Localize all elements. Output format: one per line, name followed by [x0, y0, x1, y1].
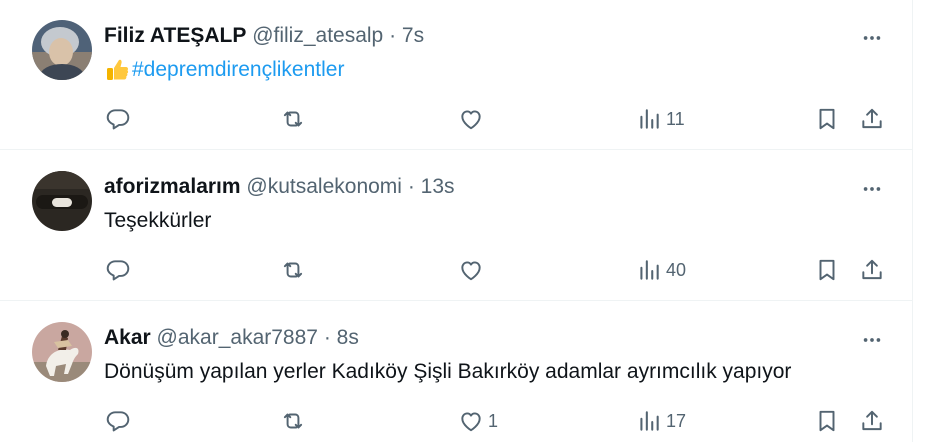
- avatar-image-object: [32, 171, 92, 231]
- more-options-button[interactable]: [858, 175, 886, 203]
- user-handle[interactable]: @filiz_atesalp: [252, 24, 383, 47]
- tweet-header: Filiz ATEŞALP @filiz_atesalp · 7s: [104, 22, 424, 50]
- retweet-icon: [283, 262, 303, 278]
- like-button[interactable]: [458, 255, 488, 285]
- share-button[interactable]: [859, 255, 885, 285]
- timestamp[interactable]: 13s: [421, 175, 455, 198]
- views-icon: [640, 260, 659, 280]
- user-handle[interactable]: @akar_akar7887: [157, 326, 318, 349]
- more-icon: [863, 187, 881, 191]
- share-icon: [862, 410, 882, 431]
- views-icon: [640, 109, 659, 129]
- avatar[interactable]: [32, 171, 92, 231]
- bookmark-button[interactable]: [814, 406, 840, 436]
- like-button[interactable]: [458, 104, 488, 134]
- tweet-actions: 11: [0, 104, 912, 134]
- retweet-button[interactable]: [280, 406, 310, 436]
- tweet-actions: 40: [0, 255, 912, 285]
- tweet-text: Dönüşüm yapılan yerler Kadıköy Şişli Bak…: [104, 360, 792, 383]
- reply-icon: [106, 260, 130, 281]
- thumbs-up-emoji-icon: [104, 56, 130, 84]
- more-options-button[interactable]: [858, 326, 886, 354]
- more-icon: [863, 36, 881, 40]
- avatar-image-painting: [32, 322, 92, 382]
- like-icon: [461, 110, 481, 130]
- display-name[interactable]: aforizmalarım: [104, 175, 241, 198]
- bookmark-icon: [819, 410, 835, 432]
- retweet-icon: [283, 111, 303, 127]
- reply-button[interactable]: [105, 406, 135, 436]
- bookmark-button[interactable]: [814, 104, 840, 134]
- display-name[interactable]: Akar: [104, 326, 151, 349]
- separator-dot: ·: [389, 24, 397, 47]
- view-count: 17: [666, 410, 687, 431]
- timeline-feed: Filiz ATEŞALP @filiz_atesalp · 7s #depre…: [0, 0, 913, 442]
- display-name[interactable]: Filiz ATEŞALP: [104, 24, 246, 47]
- tweet-header: aforizmalarım @kutsalekonomi · 13s: [104, 173, 455, 201]
- view-count: 11: [666, 108, 685, 129]
- reply-icon: [106, 411, 130, 432]
- share-icon: [862, 108, 882, 129]
- reply-button[interactable]: [105, 104, 135, 134]
- like-button[interactable]: 1: [458, 406, 498, 436]
- view-count: 40: [666, 259, 687, 280]
- like-icon: [461, 412, 481, 432]
- views-icon: [640, 411, 659, 431]
- bookmark-button[interactable]: [814, 255, 840, 285]
- reply-icon: [106, 109, 130, 130]
- bookmark-icon: [819, 108, 835, 130]
- more-icon: [863, 338, 881, 342]
- hashtag-link[interactable]: #depremdirençlikentler: [132, 58, 344, 81]
- retweet-button[interactable]: [280, 255, 310, 285]
- avatar[interactable]: [32, 322, 92, 382]
- share-button[interactable]: [859, 406, 885, 436]
- share-button[interactable]: [859, 104, 885, 134]
- separator-dot: ·: [407, 175, 415, 198]
- tweet[interactable]: Filiz ATEŞALP @filiz_atesalp · 7s #depre…: [0, 0, 912, 150]
- tweet[interactable]: aforizmalarım @kutsalekonomi · 13s Teşek…: [0, 151, 912, 301]
- views-button[interactable]: 11: [636, 104, 685, 134]
- reply-button[interactable]: [105, 255, 135, 285]
- timestamp[interactable]: 8s: [337, 326, 359, 349]
- user-handle[interactable]: @kutsalekonomi: [246, 175, 402, 198]
- tweet[interactable]: Akar @akar_akar7887 · 8s Dönüşüm yapılan…: [0, 302, 912, 442]
- views-button[interactable]: 40: [636, 255, 686, 285]
- retweet-icon: [283, 413, 303, 429]
- views-button[interactable]: 17: [636, 406, 686, 436]
- tweet-actions: 1 17: [0, 406, 912, 436]
- share-icon: [862, 259, 882, 280]
- tweet-header: Akar @akar_akar7887 · 8s: [104, 324, 359, 352]
- bookmark-icon: [819, 259, 835, 281]
- like-count: 1: [488, 410, 499, 431]
- tweet-text: #depremdirençlikentler: [104, 56, 344, 84]
- avatar[interactable]: [32, 20, 92, 80]
- tweet-text: Teşekkürler: [104, 209, 212, 232]
- separator-dot: ·: [323, 326, 331, 349]
- more-options-button[interactable]: [858, 24, 886, 52]
- retweet-button[interactable]: [280, 104, 310, 134]
- timestamp[interactable]: 7s: [402, 24, 424, 47]
- like-icon: [461, 261, 481, 281]
- avatar-image-woman: [32, 20, 92, 80]
